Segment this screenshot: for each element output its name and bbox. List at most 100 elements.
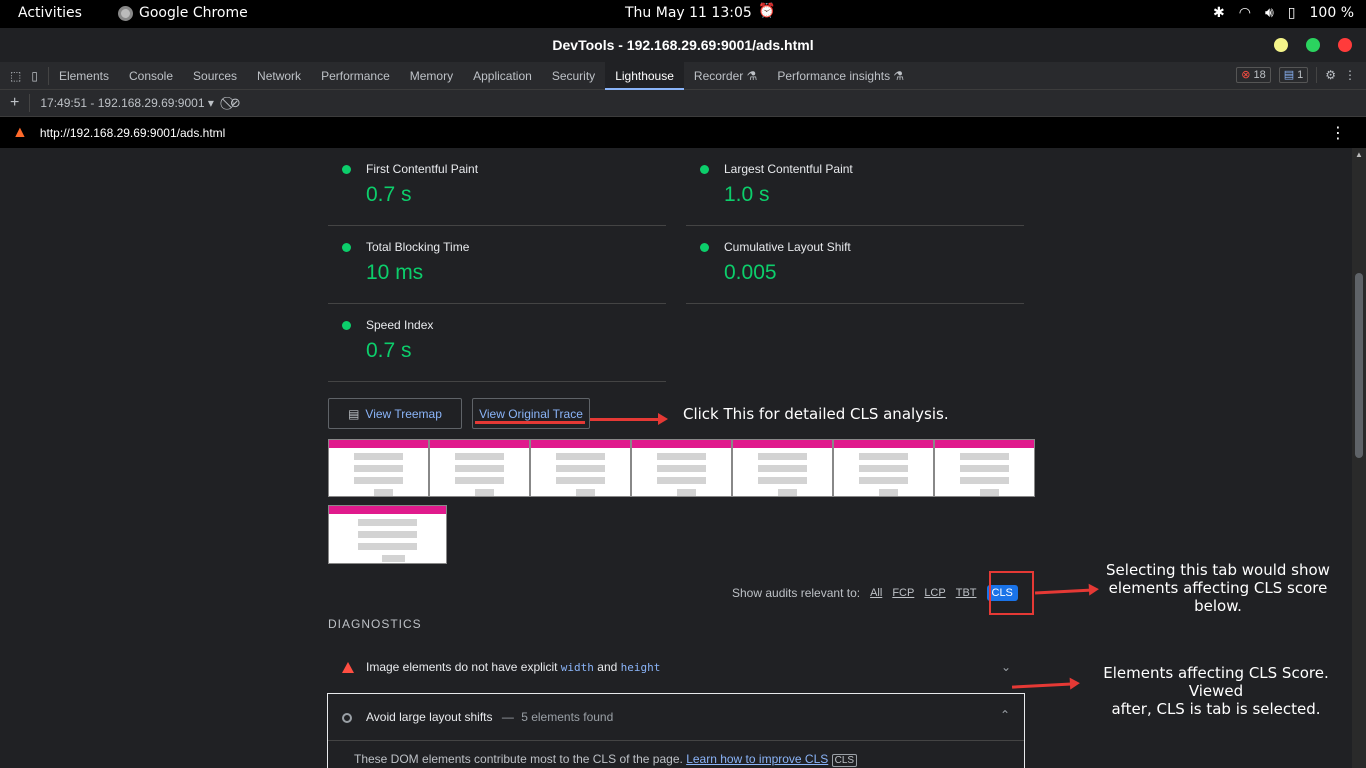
- view-original-trace-label: View Original Trace: [479, 406, 583, 421]
- filmstrip-frame: [833, 439, 934, 497]
- metric-label: Speed Index: [366, 318, 434, 332]
- clock[interactable]: Thu May 11 13:05: [625, 5, 752, 21]
- battery-level: 100 %: [1309, 5, 1354, 21]
- maximize-button[interactable]: [1306, 38, 1320, 52]
- metric-label: Total Blocking Time: [366, 240, 470, 254]
- metric-lcp: Largest Contentful Paint 1.0 s: [686, 148, 1024, 226]
- devtools-toolbar-icons: ⬚ ▯: [0, 66, 49, 85]
- metric-value: 1.0 s: [724, 183, 770, 206]
- more-options-icon[interactable]: ⋮: [1344, 68, 1356, 82]
- annotation-line: Elements affecting CLS Score. Viewed: [1103, 664, 1329, 700]
- message-count: 1: [1297, 69, 1304, 81]
- system-top-bar: Activities Google Chrome Thu May 11 13:0…: [0, 0, 1366, 28]
- metric-label: Largest Contentful Paint: [724, 162, 853, 176]
- tab-network[interactable]: Network: [247, 62, 311, 90]
- metric-value: 0.7 s: [366, 183, 412, 206]
- new-report-icon[interactable]: +: [0, 94, 31, 112]
- annotation-line: elements affecting CLS score: [1108, 579, 1328, 597]
- cls-arrow-annotation: [1034, 588, 1094, 595]
- audit-text: Image elements do not have explicit: [366, 660, 558, 674]
- view-treemap-button[interactable]: ▤ View Treemap: [328, 398, 462, 429]
- diagnostics-heading: DIAGNOSTICS: [328, 617, 422, 631]
- metric-fcp: First Contentful Paint 0.7 s: [328, 148, 666, 226]
- filter-all[interactable]: All: [870, 587, 882, 599]
- pass-indicator-icon: [700, 243, 709, 252]
- code-height: height: [620, 661, 661, 674]
- close-button[interactable]: [1338, 38, 1352, 52]
- tab-security[interactable]: Security: [542, 62, 605, 90]
- elements-annotation: Elements affecting CLS Score. Viewed aft…: [1082, 664, 1350, 718]
- chevron-up-icon[interactable]: ⌃: [1000, 708, 1010, 722]
- minimize-button[interactable]: [1274, 38, 1288, 52]
- code-width: width: [560, 661, 594, 674]
- settings-icon[interactable]: ⚙: [1325, 68, 1336, 82]
- trace-annotation: Click This for detailed CLS analysis.: [683, 405, 949, 423]
- scrollbar-thumb[interactable]: [1355, 273, 1363, 458]
- inspect-element-icon[interactable]: ⬚: [10, 69, 21, 83]
- info-circle-icon: [342, 713, 352, 723]
- audit-title: Avoid large layout shifts — 5 elements f…: [366, 710, 613, 724]
- filter-tbt[interactable]: TBT: [956, 587, 977, 599]
- metric-speed-index: Speed Index 0.7 s: [328, 304, 666, 382]
- fail-triangle-icon: [342, 662, 354, 673]
- accessibility-icon: ✱: [1213, 5, 1225, 21]
- filmstrip-frame: [732, 439, 833, 497]
- audit-description-text: These DOM elements contribute most to th…: [354, 752, 683, 766]
- pass-indicator-icon: [342, 243, 351, 252]
- metric-cls: Cumulative Layout Shift 0.005: [686, 226, 1024, 304]
- tab-sources[interactable]: Sources: [183, 62, 247, 90]
- lighthouse-report: First Contentful Paint 0.7 s Largest Con…: [0, 148, 1352, 768]
- alarm-icon: ⏰: [758, 3, 776, 19]
- report-scrollbar[interactable]: ▲: [1352, 148, 1366, 768]
- tab-lighthouse[interactable]: Lighthouse: [605, 61, 684, 90]
- message-count-badge[interactable]: ▤ 1: [1278, 67, 1309, 83]
- chevron-down-icon[interactable]: ⌄: [1001, 660, 1011, 674]
- view-treemap-label: View Treemap: [365, 406, 442, 421]
- report-selector-label: 17:49:51 - 192.168.29.69:9001: [40, 96, 205, 110]
- tab-console[interactable]: Console: [119, 62, 183, 90]
- audit-title-text: Avoid large layout shifts: [366, 710, 493, 724]
- audit-separator: —: [501, 710, 514, 724]
- tab-recorder[interactable]: Recorder ⚗: [684, 62, 767, 90]
- filmstrip-frame: [934, 439, 1035, 497]
- tab-elements[interactable]: Elements: [49, 62, 119, 90]
- lighthouse-icon: ▲: [12, 123, 28, 141]
- tab-performance-insights[interactable]: Performance insights ⚗: [767, 62, 914, 90]
- activities-button[interactable]: Activities: [18, 5, 82, 21]
- cls-highlight-annotation: [989, 571, 1034, 615]
- metric-value: 0.7 s: [366, 339, 412, 362]
- learn-cls-link[interactable]: Learn how to improve CLS: [686, 752, 828, 766]
- final-screenshot-frame: [328, 505, 447, 564]
- scroll-up-icon[interactable]: ▲: [1355, 150, 1363, 159]
- report-menu-icon[interactable]: ⋮: [1330, 123, 1346, 143]
- audit-filter-bar: Show audits relevant to: All FCP LCP TBT…: [732, 585, 1018, 601]
- view-original-trace-button[interactable]: View Original Trace: [472, 398, 590, 429]
- system-tray[interactable]: ✱ ◠ 🔊︎ ▯ 100 %: [1213, 5, 1354, 21]
- clear-reports-icon[interactable]: ⃠⊘: [220, 95, 251, 111]
- audit-count: 5 elements found: [521, 710, 614, 724]
- cls-tag: CLS: [831, 754, 858, 767]
- device-toolbar-icon[interactable]: ▯: [31, 69, 38, 83]
- audit-unsized-images[interactable]: Image elements do not have explicit widt…: [328, 646, 1025, 690]
- window-titlebar: DevTools - 192.168.29.69:9001/ads.html: [0, 28, 1366, 62]
- audit-title: Image elements do not have explicit widt…: [366, 660, 660, 674]
- metric-value: 10 ms: [366, 261, 424, 284]
- filter-fcp[interactable]: FCP: [892, 587, 914, 599]
- wifi-icon: ◠: [1238, 5, 1251, 21]
- filter-lcp[interactable]: LCP: [924, 587, 945, 599]
- message-icon: ▤: [1283, 69, 1295, 81]
- metric-label: Cumulative Layout Shift: [724, 240, 851, 254]
- error-count-badge[interactable]: ⊗ 18: [1236, 67, 1271, 83]
- toolbar-divider: [1316, 67, 1318, 83]
- filter-label: Show audits relevant to:: [732, 586, 861, 600]
- annotation-line: after, CLS is tab is selected.: [1111, 700, 1321, 718]
- tab-memory[interactable]: Memory: [400, 62, 463, 90]
- tab-performance[interactable]: Performance: [311, 62, 400, 90]
- report-selector[interactable]: 17:49:51 - 192.168.29.69:9001 ▾: [30, 96, 220, 110]
- pass-indicator-icon: [700, 165, 709, 174]
- audit-header[interactable]: Avoid large layout shifts — 5 elements f…: [328, 694, 1024, 741]
- tab-application[interactable]: Application: [463, 62, 542, 90]
- annotation-line: Selecting this tab would show: [1106, 561, 1330, 579]
- app-menu[interactable]: Google Chrome: [118, 5, 248, 21]
- filmstrip: [328, 439, 1035, 497]
